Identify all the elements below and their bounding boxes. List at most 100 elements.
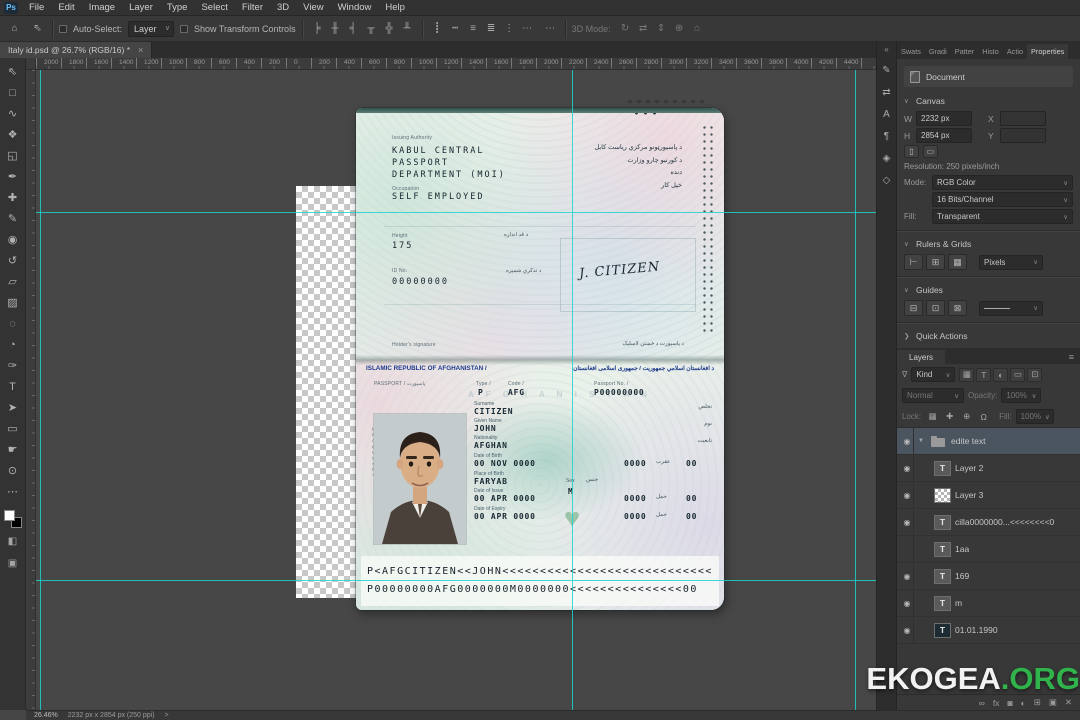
- tab-histogram[interactable]: Histo: [978, 44, 1003, 59]
- lock-position-icon[interactable]: ⊕: [959, 410, 974, 424]
- toggle-rulers-icon[interactable]: ⊢: [904, 254, 923, 270]
- tab-actions[interactable]: Actio: [1003, 44, 1027, 59]
- fill-field[interactable]: 100% ∨: [1015, 409, 1054, 424]
- grid-settings-icon[interactable]: ▦: [948, 254, 967, 270]
- lasso-tool[interactable]: ∿: [1, 103, 25, 124]
- hand-tool[interactable]: ☛: [1, 439, 25, 460]
- adjustment-layer-icon[interactable]: ◐: [1021, 698, 1026, 708]
- menu-filter[interactable]: Filter: [235, 0, 270, 16]
- layer-row[interactable]: ◉ Layer 3: [897, 482, 1080, 509]
- type-tool[interactable]: T: [1, 376, 25, 397]
- status-chevron-icon[interactable]: >: [165, 712, 169, 719]
- y-field[interactable]: [1000, 128, 1046, 143]
- lock-guides-icon[interactable]: ⊡: [926, 300, 945, 316]
- opacity-field[interactable]: 100% ∨: [1001, 388, 1042, 403]
- lock-all-icon[interactable]: Ω: [976, 410, 991, 424]
- layer-mask-icon[interactable]: ◙: [1007, 698, 1012, 708]
- layer-visibility-toggle[interactable]: ◉: [901, 590, 914, 616]
- healing-brush-tool[interactable]: ✚: [1, 187, 25, 208]
- layer-thumbnail[interactable]: [934, 487, 951, 503]
- align-right-edges-icon[interactable]: ╡: [345, 20, 362, 37]
- layer-name[interactable]: Layer 2: [955, 463, 983, 473]
- portrait-orientation-button[interactable]: ▯: [904, 145, 919, 158]
- 3d-rotate-icon[interactable]: ↻: [617, 20, 634, 37]
- tab-properties[interactable]: Properties: [1027, 44, 1069, 59]
- align-bottom-edges-icon[interactable]: ╨: [399, 20, 416, 37]
- height-field[interactable]: 2854 px: [916, 128, 972, 143]
- menu-file[interactable]: File: [22, 0, 51, 16]
- layer-group-icon[interactable]: ⊞: [1034, 697, 1041, 708]
- canvas-fill-dropdown[interactable]: Transparent ∨: [932, 209, 1073, 224]
- layer-visibility-toggle[interactable]: ◉: [901, 509, 914, 535]
- layer-row[interactable]: ◉ T cilla0000000...<<<<<<<<0: [897, 509, 1080, 536]
- close-tab-icon[interactable]: ×: [138, 45, 143, 55]
- layer-thumbnail[interactable]: T: [934, 514, 951, 530]
- filter-type-layers-icon[interactable]: T: [976, 367, 992, 382]
- history-brush-tool[interactable]: ↺: [1, 250, 25, 271]
- auto-select-dropdown[interactable]: Layer: [128, 20, 175, 37]
- 3d-panel-icon[interactable]: ◇: [883, 175, 891, 186]
- menu-type[interactable]: Type: [160, 0, 195, 16]
- layer-row[interactable]: ◉ T 01.01.1990: [897, 617, 1080, 644]
- crop-tool[interactable]: ◱: [1, 145, 25, 166]
- document-tab[interactable]: Italy id.psd @ 26.7% (RGB/16) * ×: [0, 42, 153, 58]
- filter-shape-layers-icon[interactable]: ▭: [1010, 367, 1026, 382]
- clone-stamp-tool[interactable]: ◉: [1, 229, 25, 250]
- bit-depth-dropdown[interactable]: 16 Bits/Channel ∨: [932, 192, 1073, 207]
- distribute-left-icon[interactable]: ≡: [465, 20, 482, 37]
- home-icon[interactable]: ⌂: [6, 20, 23, 37]
- current-tool-icon[interactable]: ⇖: [29, 20, 46, 37]
- panel-menu-icon[interactable]: ≡: [1063, 352, 1080, 364]
- lock-transparent-pixels-icon[interactable]: ▦: [925, 410, 940, 424]
- vertical-ruler[interactable]: [26, 70, 36, 710]
- edit-toolbar-icon[interactable]: ⋯: [1, 481, 25, 502]
- guide-style-dropdown[interactable]: ∨: [979, 300, 1043, 316]
- gradient-tool[interactable]: ▨: [1, 292, 25, 313]
- distribute-bottom-icon[interactable]: ⋯: [519, 20, 536, 37]
- lock-image-pixels-icon[interactable]: ✚: [942, 410, 957, 424]
- guide-vertical[interactable]: [40, 70, 41, 710]
- distribute-horizontal-icon[interactable]: ┅: [447, 20, 464, 37]
- distribute-top-icon[interactable]: ⋮: [501, 20, 518, 37]
- blend-mode-dropdown[interactable]: Normal ∨: [902, 388, 964, 403]
- tab-layers[interactable]: Layers: [897, 350, 946, 364]
- delete-layer-icon[interactable]: ✕: [1065, 697, 1072, 708]
- layer-thumbnail[interactable]: [930, 434, 947, 449]
- menu-select[interactable]: Select: [194, 0, 234, 16]
- layer-name[interactable]: cilla0000000...<<<<<<<<0: [955, 517, 1054, 527]
- layer-thumbnail[interactable]: T: [934, 460, 951, 476]
- quick-selection-tool[interactable]: ❖: [1, 124, 25, 145]
- layer-thumbnail[interactable]: T: [934, 595, 951, 611]
- color-swatches[interactable]: [3, 510, 22, 528]
- distribute-vertical-icon[interactable]: ┋: [429, 20, 446, 37]
- group-chevron-icon[interactable]: ▼: [918, 438, 926, 444]
- screen-mode-button[interactable]: ▣: [1, 554, 25, 572]
- link-layers-icon[interactable]: ∞: [979, 698, 985, 708]
- dodge-tool[interactable]: ◔: [1, 334, 25, 355]
- layer-name[interactable]: Layer 3: [955, 490, 983, 500]
- character-panel-icon[interactable]: A: [883, 109, 890, 120]
- move-tool[interactable]: ⇖: [1, 61, 25, 82]
- glyphs-panel-icon[interactable]: ◈: [883, 153, 891, 164]
- clear-guides-icon[interactable]: ⊠: [948, 300, 967, 316]
- quick-mask-button[interactable]: ◧: [1, 532, 25, 550]
- canvas-area[interactable]: Issuing Authority KABUL CENTRAL PASSPORT…: [36, 70, 876, 710]
- toggle-grid-icon[interactable]: ⊞: [926, 254, 945, 270]
- 3d-slide-icon[interactable]: ⊕: [671, 20, 688, 37]
- color-mode-dropdown[interactable]: RGB Color ∨: [932, 175, 1073, 190]
- layer-name[interactable]: m: [955, 598, 962, 608]
- shape-tool[interactable]: ▭: [1, 418, 25, 439]
- filter-adjustment-layers-icon[interactable]: ◐: [993, 367, 1009, 382]
- blur-tool[interactable]: ◌: [1, 313, 25, 334]
- new-guide-layout-icon[interactable]: ⊟: [904, 300, 923, 316]
- marquee-tool[interactable]: □: [1, 82, 25, 103]
- layer-name[interactable]: 01.01.1990: [955, 625, 998, 635]
- document-properties-row[interactable]: Document: [904, 66, 1073, 87]
- layer-row[interactable]: ◉ ▼ edite text: [897, 428, 1080, 455]
- layer-visibility-toggle[interactable]: ◉: [901, 617, 914, 643]
- guides-section-header[interactable]: ∨ Guides: [904, 281, 1073, 298]
- horizontal-ruler[interactable]: 2000 1800 1600 1400 1200 1000 800 600 400 200 0 200…: [36, 58, 876, 70]
- brush-tool[interactable]: ✎: [1, 208, 25, 229]
- filter-pixel-layers-icon[interactable]: ▦: [959, 367, 975, 382]
- pen-tool[interactable]: ✑: [1, 355, 25, 376]
